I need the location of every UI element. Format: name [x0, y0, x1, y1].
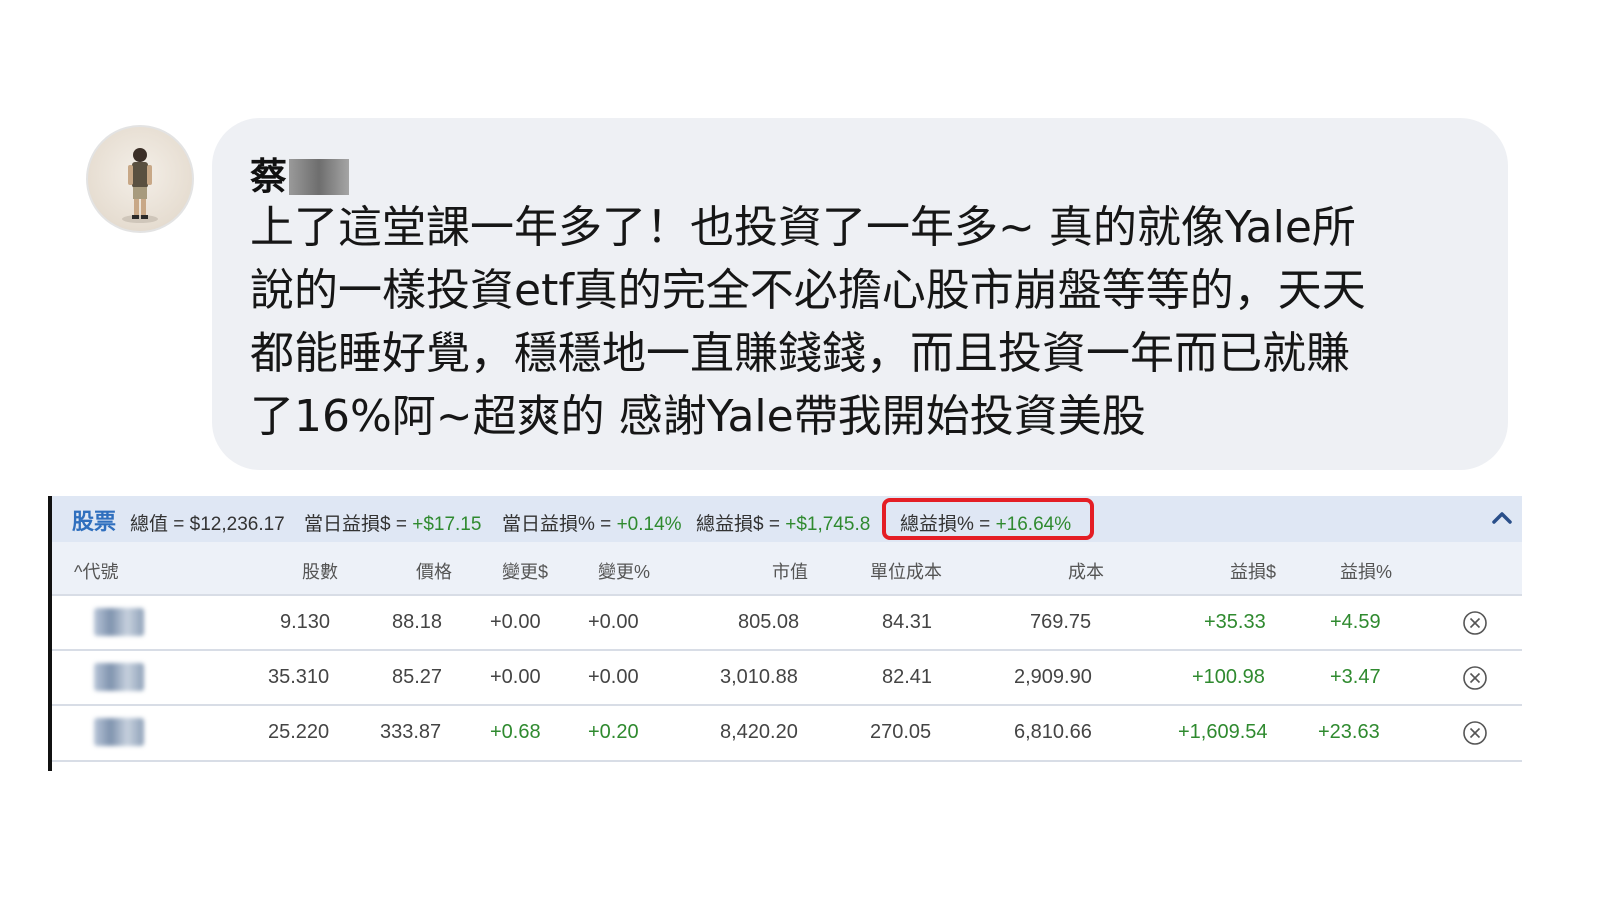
comment-text: 上了這堂課一年多了！也投資了一年多~ 真的就像Yale所 說的一樣投資etf真的…	[250, 196, 1480, 448]
change-pct: +0.00	[588, 666, 639, 688]
table-row: 25.220 333.87 +0.68 +0.20 8,420.20 270.0…	[52, 704, 1522, 760]
change: +0.68	[490, 721, 541, 743]
shares: 25.220	[268, 721, 330, 743]
table-bottom-divider	[52, 760, 1522, 762]
market-value: 8,420.20	[720, 721, 798, 743]
market-value: 805.08	[738, 611, 800, 633]
change-pct: +0.20	[588, 721, 639, 743]
table-row: 9.130 88.18 +0.00 +0.00 805.08 84.31 769…	[52, 594, 1522, 650]
author-name-redacted	[289, 159, 349, 195]
remove-circle-icon[interactable]	[1462, 665, 1488, 691]
change: +0.00	[490, 611, 541, 633]
price: 333.87	[380, 721, 442, 743]
symbol-redacted	[94, 663, 144, 691]
comment-line: 了16%阿~超爽的 感謝Yale帶我開始投資美股	[250, 391, 1146, 442]
total-gain: 總益損$ = +$1,745.8	[696, 514, 871, 535]
comment-line: 都能睡好覺，穩穩地一直賺錢錢，而且投資一年而已就賺	[250, 328, 1350, 379]
comment-line: 上了這堂課一年多了！也投資了一年多~ 真的就像Yale所	[250, 202, 1356, 253]
symbol-redacted	[94, 718, 144, 746]
chevron-up-icon[interactable]	[1490, 506, 1514, 530]
cost: 2,909.90	[1014, 666, 1092, 688]
unit-cost: 270.05	[870, 721, 932, 743]
avatar[interactable]	[86, 125, 194, 233]
market-value: 3,010.88	[720, 666, 798, 688]
col-gain[interactable]: 益損$	[1230, 558, 1276, 584]
shares: 9.130	[280, 611, 331, 633]
remove-circle-icon[interactable]	[1462, 610, 1488, 636]
change-pct: +0.00	[588, 611, 639, 633]
gain: +1,609.54	[1178, 721, 1268, 743]
col-market-value[interactable]: 市值	[772, 558, 808, 584]
gain: +100.98	[1192, 666, 1265, 688]
col-symbol[interactable]: ^代號	[74, 558, 118, 584]
author-name: 蔡	[250, 155, 287, 198]
day-gain: 當日益損$ = +$17.15	[304, 514, 482, 535]
comment-bubble: 蔡 上了這堂課一年多了！也投資了一年多~ 真的就像Yale所 說的一樣投資etf…	[212, 118, 1508, 470]
remove-circle-icon[interactable]	[1462, 720, 1488, 746]
price: 88.18	[392, 611, 443, 633]
total-value: 總值 = $12,236.17	[130, 514, 285, 535]
gain-pct: +3.47	[1330, 666, 1381, 688]
portfolio-title[interactable]: 股票	[72, 504, 116, 536]
col-shares[interactable]: 股數	[302, 558, 338, 584]
symbol-redacted	[94, 608, 144, 636]
cost: 769.75	[1030, 611, 1092, 633]
col-change-pct[interactable]: 變更%	[598, 558, 650, 584]
portfolio-summary-bar: 股票 總值 = $12,236.17 當日益損$ = +$17.15 當日益損%…	[52, 496, 1522, 542]
col-cost[interactable]: 成本	[1068, 558, 1104, 584]
unit-cost: 82.41	[882, 666, 933, 688]
comment-line: 說的一樣投資etf真的完全不必擔心股市崩盤等等的，天天	[250, 265, 1366, 316]
day-gain-pct: 當日益損% = +0.14%	[502, 514, 682, 535]
table-row: 35.310 85.27 +0.00 +0.00 3,010.88 82.41 …	[52, 649, 1522, 705]
change: +0.00	[490, 666, 541, 688]
shares: 35.310	[268, 666, 330, 688]
col-unit-cost[interactable]: 單位成本	[870, 558, 942, 584]
gain: +35.33	[1204, 611, 1266, 633]
gain-pct: +23.63	[1318, 721, 1380, 743]
portfolio-panel: 股票 總值 = $12,236.17 當日益損$ = +$17.15 當日益損%…	[48, 496, 1522, 771]
cost: 6,810.66	[1014, 721, 1092, 743]
person-photo-icon	[122, 148, 158, 223]
col-gain-pct[interactable]: 益損%	[1340, 558, 1392, 584]
unit-cost: 84.31	[882, 611, 933, 633]
gain-pct: +4.59	[1330, 611, 1381, 633]
price: 85.27	[392, 666, 443, 688]
col-change[interactable]: 變更$	[502, 558, 548, 584]
highlight-annotation	[882, 498, 1094, 540]
column-headers: ^代號 股數 價格 變更$ 變更% 市值 單位成本 成本 益損$ 益損%	[52, 542, 1522, 594]
comment-author[interactable]: 蔡	[250, 146, 349, 200]
col-price[interactable]: 價格	[416, 558, 452, 584]
